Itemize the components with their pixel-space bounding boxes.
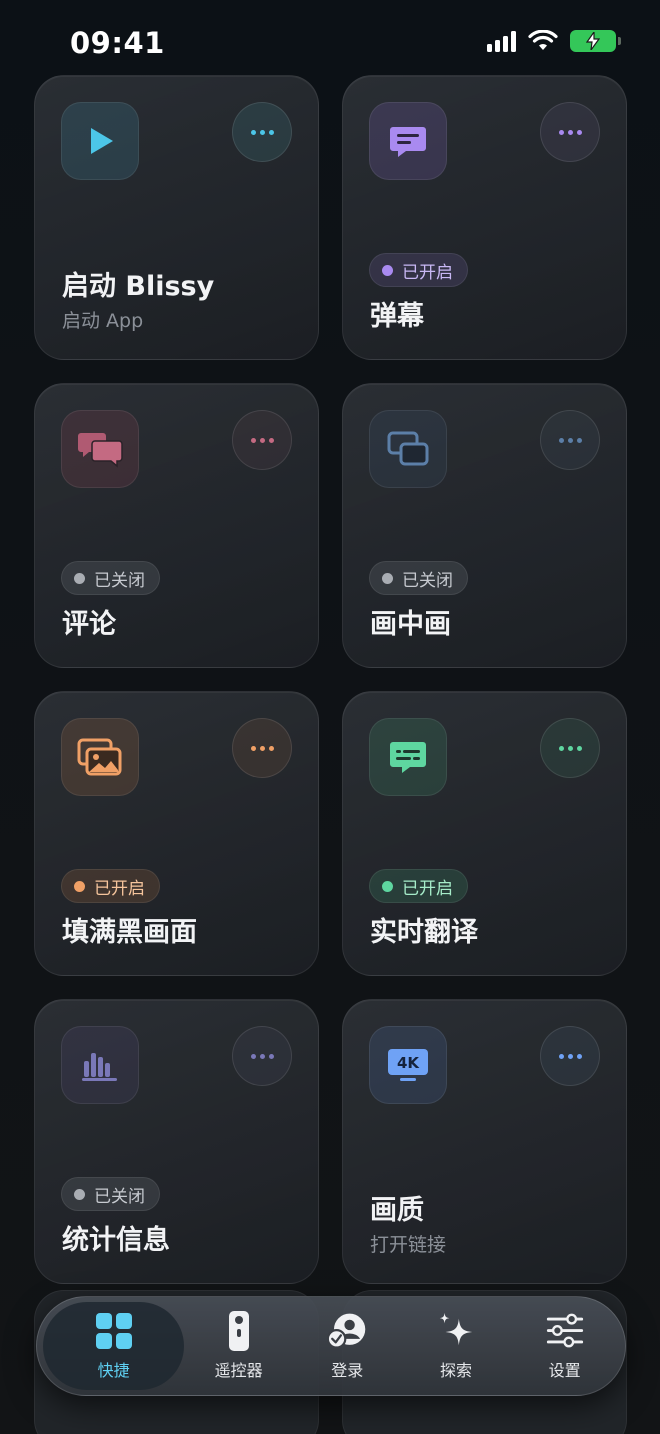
card-icon-tile — [61, 1026, 139, 1104]
card-title: 填满黑画面 — [62, 917, 197, 948]
card-statistics[interactable]: 已关闭 统计信息 — [34, 999, 319, 1284]
status-label: 已开启 — [402, 262, 453, 283]
status-dot — [382, 572, 393, 584]
wifi-icon — [528, 30, 558, 50]
card-icon-tile — [61, 102, 139, 180]
status-dot — [382, 880, 393, 892]
ellipsis-icon — [558, 1053, 582, 1059]
subtitle-icon — [390, 742, 426, 773]
card-icon-tile: 4K — [369, 1026, 447, 1104]
status-label: 已关闭 — [402, 570, 453, 591]
tab-shortcuts[interactable]: 快捷 — [43, 1302, 185, 1390]
tab-explore[interactable]: 探索 — [402, 1302, 511, 1390]
card-realtime-translate[interactable]: 已开启 实时翻译 — [342, 691, 627, 976]
card-comments[interactable]: 已关闭 评论 — [34, 383, 319, 668]
tab-login[interactable]: 登录 — [293, 1302, 402, 1390]
status-label: 已关闭 — [94, 1186, 145, 1207]
card-icon-tile — [369, 102, 447, 180]
card-icon-tile — [369, 410, 447, 488]
images-icon — [77, 738, 122, 776]
status-badge: 已关闭 — [61, 1177, 160, 1211]
card-subtitle: 打开链接 — [370, 1234, 447, 1256]
tab-label: 遥控器 — [214, 1361, 263, 1380]
card-icon-tile — [61, 410, 139, 488]
status-icons — [487, 30, 621, 52]
picture-in-picture-icon — [387, 431, 429, 466]
tab-settings[interactable]: 设置 — [510, 1302, 619, 1390]
status-time: 09:41 — [70, 26, 165, 60]
tab-label: 快捷 — [97, 1361, 130, 1380]
status-label: 已开启 — [402, 878, 453, 899]
card-icon-tile — [369, 718, 447, 796]
card-title: 画质 — [370, 1195, 424, 1226]
tab-remote[interactable]: 遥控器 — [184, 1302, 293, 1390]
card-danmaku[interactable]: 已开启 弹幕 — [342, 75, 627, 360]
comments-icon — [78, 433, 123, 468]
sparkle-icon — [436, 1311, 476, 1351]
cellular-signal-icon — [487, 30, 516, 52]
card-title: 弹幕 — [370, 301, 424, 332]
status-dot — [74, 572, 85, 584]
card-title: 评论 — [62, 609, 116, 640]
card-fill-black[interactable]: 已开启 填满黑画面 — [34, 691, 319, 976]
tab-label: 登录 — [331, 1361, 364, 1380]
card-title: 启动 Blissy — [62, 271, 215, 302]
ellipsis-icon — [558, 437, 582, 443]
remote-icon — [219, 1311, 259, 1351]
ellipsis-icon — [250, 1053, 274, 1059]
status-label: 已开启 — [94, 878, 145, 899]
bar-chart-icon — [82, 1053, 117, 1081]
more-button[interactable] — [232, 718, 292, 778]
tab-label: 设置 — [548, 1361, 581, 1380]
status-dot — [74, 1188, 85, 1200]
status-dot — [382, 264, 393, 276]
status-badge: 已开启 — [369, 253, 468, 287]
tab-bar: 快捷 遥控器 登录 探索 设置 — [36, 1296, 626, 1396]
ellipsis-icon — [558, 745, 582, 751]
4k-label: 4K — [397, 1054, 420, 1072]
card-video-quality[interactable]: 4K 画质 打开链接 — [342, 999, 627, 1284]
play-icon — [91, 128, 113, 154]
status-badge: 已关闭 — [369, 561, 468, 595]
status-dot — [74, 880, 85, 892]
more-button[interactable] — [540, 718, 600, 778]
more-button[interactable] — [232, 410, 292, 470]
battery-icon — [570, 30, 621, 52]
card-icon-tile — [61, 718, 139, 796]
sliders-icon — [545, 1311, 585, 1351]
status-bar: 09:41 — [0, 0, 660, 80]
card-picture-in-picture[interactable]: 已关闭 画中画 — [342, 383, 627, 668]
grid-icon — [94, 1311, 134, 1351]
tab-label: 探索 — [439, 1361, 472, 1380]
card-title: 统计信息 — [62, 1225, 170, 1256]
4k-icon: 4K — [388, 1049, 428, 1081]
more-button[interactable] — [540, 1026, 600, 1086]
ellipsis-icon — [250, 129, 274, 135]
ellipsis-icon — [558, 129, 582, 135]
charging-bolt-icon — [586, 32, 600, 50]
status-badge: 已开启 — [369, 869, 468, 903]
more-button[interactable] — [232, 1026, 292, 1086]
card-launch-blissy[interactable]: 启动 Blissy 启动 App — [34, 75, 319, 360]
status-badge: 已开启 — [61, 869, 160, 903]
status-badge: 已关闭 — [61, 561, 160, 595]
card-title: 画中画 — [370, 609, 451, 640]
more-button[interactable] — [232, 102, 292, 162]
chat-bubble-icon — [390, 127, 426, 157]
ellipsis-icon — [250, 437, 274, 443]
status-label: 已关闭 — [94, 570, 145, 591]
more-button[interactable] — [540, 102, 600, 162]
more-button[interactable] — [540, 410, 600, 470]
ellipsis-icon — [250, 745, 274, 751]
card-subtitle: 启动 App — [62, 310, 144, 332]
card-title: 实时翻译 — [370, 917, 478, 948]
account-icon — [327, 1311, 367, 1351]
